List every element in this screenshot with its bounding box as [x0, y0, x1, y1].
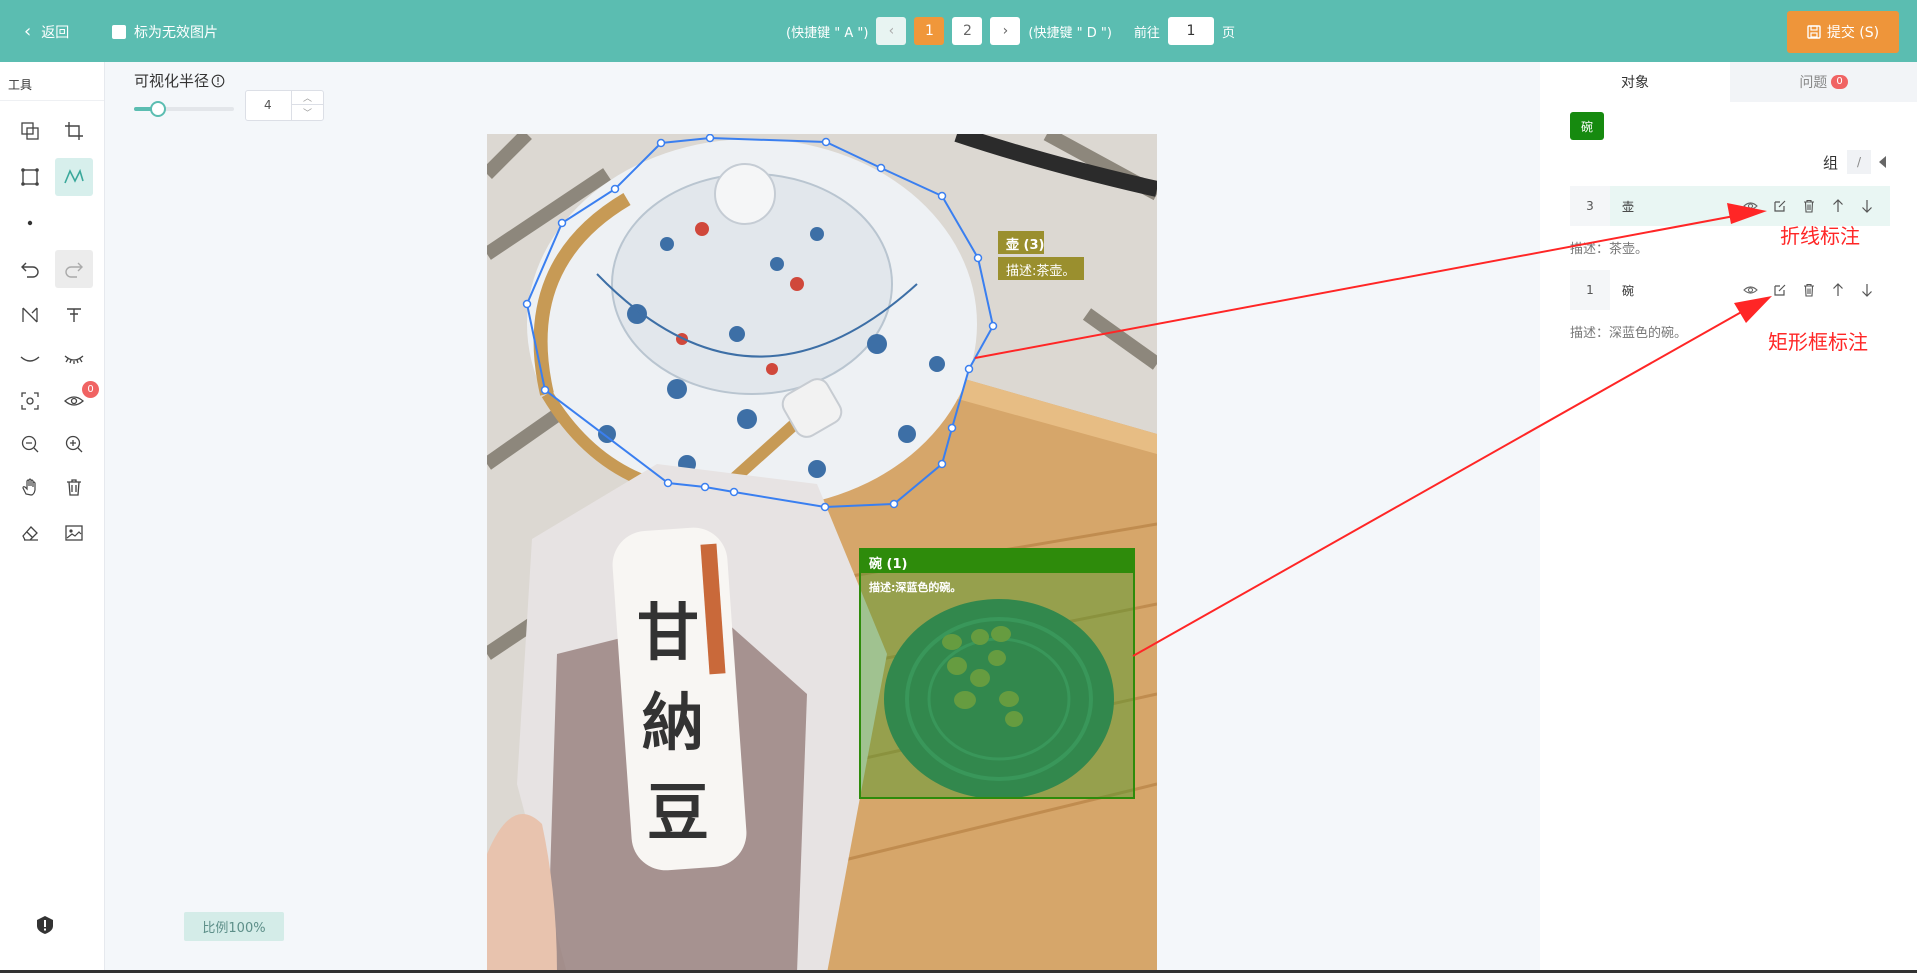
callout-arrowhead [1734, 296, 1772, 323]
callout-arrow-line [1132, 305, 1753, 657]
callout-arrowhead [1727, 203, 1767, 224]
callout-arrows [974, 203, 1772, 657]
polyline-callout: 折线标注 [1780, 224, 1860, 248]
rect-callout: 矩形框标注 [1768, 330, 1868, 354]
callout-arrow-line [974, 213, 1746, 359]
